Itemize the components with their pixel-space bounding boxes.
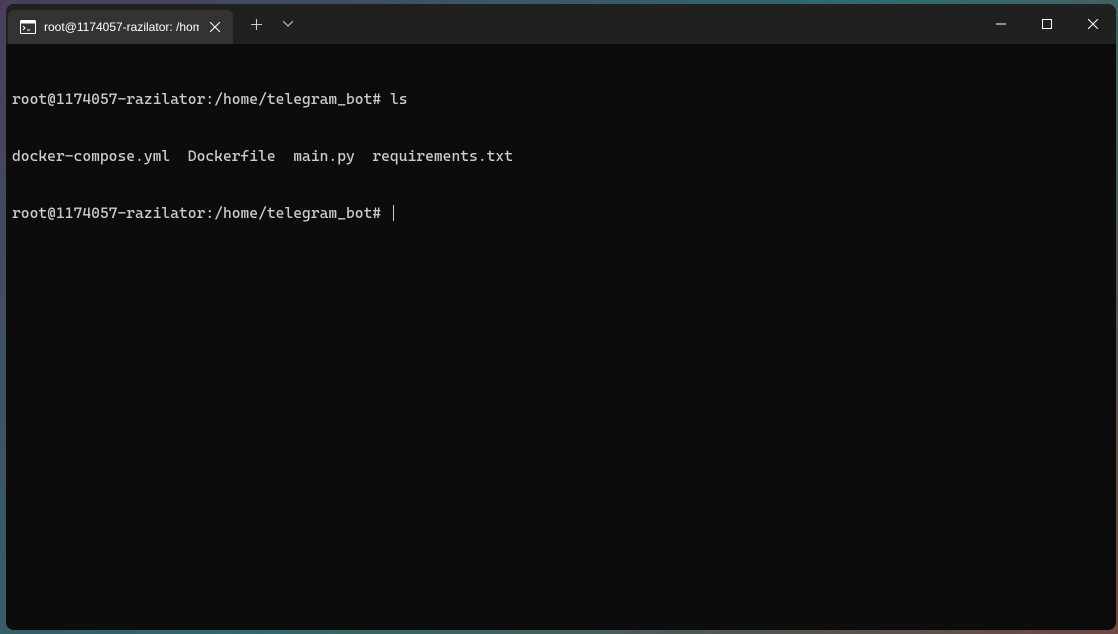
terminal-icon — [20, 19, 36, 35]
terminal-line: root@1174057-razilator:/home/telegram_bo… — [12, 90, 1110, 109]
terminal-tab[interactable]: root@1174057-razilator: /hom — [8, 10, 233, 44]
terminal-content[interactable]: root@1174057-razilator:/home/telegram_bo… — [6, 44, 1116, 630]
tab-dropdown-button[interactable] — [273, 9, 303, 39]
cursor — [393, 205, 394, 221]
prompt: root@1174057-razilator:/home/telegram_bo… — [12, 204, 381, 222]
terminal-line: root@1174057-razilator:/home/telegram_bo… — [12, 204, 1110, 223]
window-controls — [978, 4, 1116, 44]
close-window-button[interactable] — [1070, 4, 1116, 44]
tab-close-button[interactable] — [207, 19, 223, 35]
output-text: docker-compose.yml Dockerfile main.py re… — [12, 147, 513, 166]
maximize-button[interactable] — [1024, 4, 1070, 44]
terminal-window: root@1174057-razilator: /hom — [6, 4, 1116, 630]
prompt: root@1174057-razilator:/home/telegram_bo… — [12, 90, 381, 108]
tab-title: root@1174057-razilator: /hom — [44, 20, 199, 34]
titlebar[interactable]: root@1174057-razilator: /hom — [6, 4, 1116, 44]
titlebar-drag-area[interactable] — [303, 4, 978, 44]
new-tab-button[interactable] — [241, 9, 271, 39]
command-text: ls — [390, 90, 408, 108]
minimize-button[interactable] — [978, 4, 1024, 44]
tabbar-actions — [233, 4, 303, 44]
terminal-output-line: docker-compose.yml Dockerfile main.py re… — [12, 147, 1110, 166]
